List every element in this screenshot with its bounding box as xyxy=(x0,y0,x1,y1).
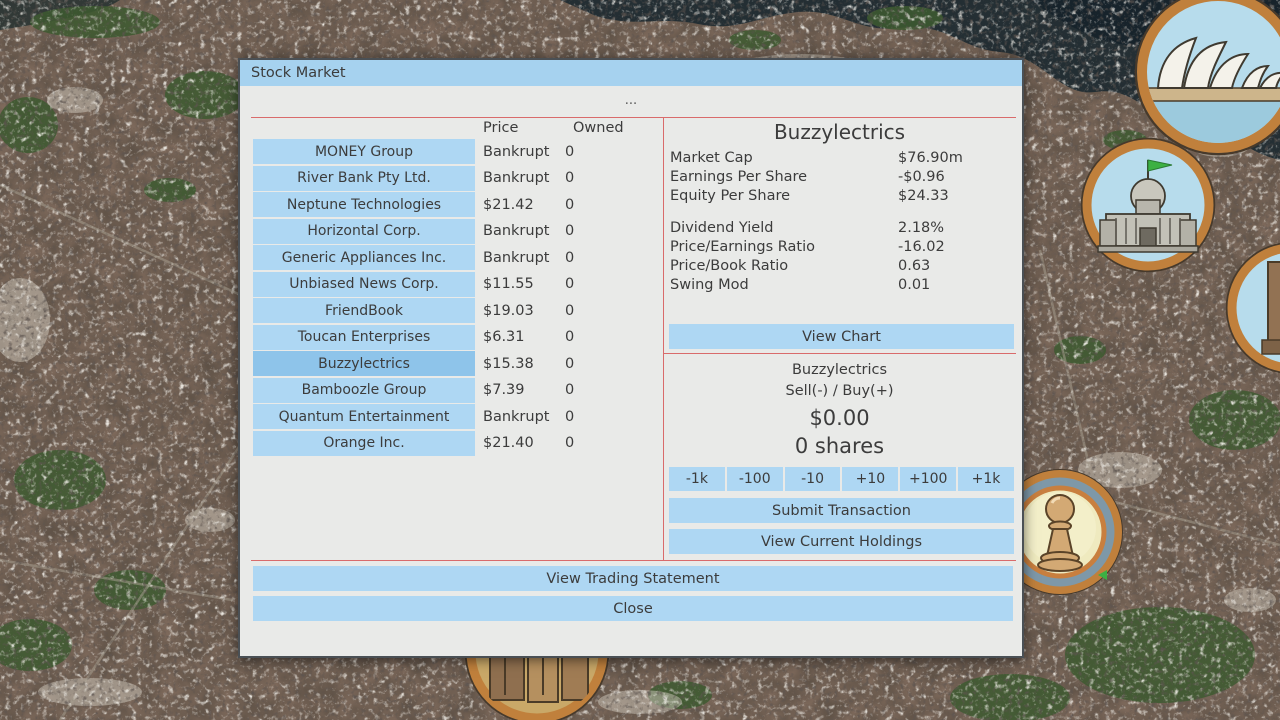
stat-row: Price/Earnings Ratio -16.02 xyxy=(670,239,1014,258)
owned-cell: 0 xyxy=(565,197,574,213)
stat-label: Swing Mod xyxy=(670,277,749,293)
trade-amount: $0.00 xyxy=(663,406,1016,430)
stat-value: $24.33 xyxy=(898,188,949,204)
trade-shares: 0 shares xyxy=(663,434,1016,458)
price-column-header: Price xyxy=(483,120,518,136)
stat-row: Earnings Per Share -$0.96 xyxy=(670,169,1014,188)
company-row: Neptune Technologies$21.420 xyxy=(253,192,653,217)
stepper-button[interactable]: -1k xyxy=(669,467,725,491)
dialog-title: Stock Market xyxy=(251,65,346,81)
company-button[interactable]: Toucan Enterprises xyxy=(253,325,475,350)
stat-value: -16.02 xyxy=(898,239,945,255)
stat-value: $76.90m xyxy=(898,150,963,166)
stat-row: Equity Per Share $24.33 xyxy=(670,188,1014,207)
stat-row: Dividend Yield 2.18% xyxy=(670,220,1014,239)
owned-cell: 0 xyxy=(565,276,574,292)
company-row: Buzzylectrics$15.380 xyxy=(253,351,653,376)
stepper-button[interactable]: -10 xyxy=(785,467,841,491)
owned-cell: 0 xyxy=(565,409,574,425)
company-button[interactable]: Quantum Entertainment xyxy=(253,404,475,429)
game-screen: Stock Market ... Price Owned MONEY Group… xyxy=(0,0,1280,720)
price-cell: $15.38 xyxy=(475,356,565,372)
price-cell: Bankrupt xyxy=(475,409,565,425)
owned-cell: 0 xyxy=(565,435,574,451)
company-button[interactable]: River Bank Pty Ltd. xyxy=(253,166,475,191)
company-row: Orange Inc.$21.400 xyxy=(253,431,653,456)
company-button[interactable]: Orange Inc. xyxy=(253,431,475,456)
owned-cell: 0 xyxy=(565,170,574,186)
stats-group: Market Cap $76.90m Earnings Per Share -$0.9… xyxy=(670,150,1014,207)
stepper-button[interactable]: +100 xyxy=(900,467,956,491)
company-button[interactable]: Bamboozle Group xyxy=(253,378,475,403)
price-cell: Bankrupt xyxy=(475,223,565,239)
trade-company-name: Buzzylectrics xyxy=(663,362,1016,378)
government-building-badge-icon[interactable] xyxy=(1082,139,1214,271)
price-cell: Bankrupt xyxy=(475,144,565,160)
stepper-row: -1k-100-10+10+100+1k xyxy=(669,467,1014,491)
price-cell: $21.42 xyxy=(475,197,565,213)
stat-label: Market Cap xyxy=(670,150,753,166)
view-chart-button[interactable]: View Chart xyxy=(669,324,1014,349)
company-row: Quantum EntertainmentBankrupt0 xyxy=(253,404,653,429)
stepper-button[interactable]: +10 xyxy=(842,467,898,491)
price-cell: $21.40 xyxy=(475,435,565,451)
company-button[interactable]: Neptune Technologies xyxy=(253,192,475,217)
price-cell: $6.31 xyxy=(475,329,565,345)
company-button[interactable]: Generic Appliances Inc. xyxy=(253,245,475,270)
stepper-button[interactable]: -100 xyxy=(727,467,783,491)
company-button[interactable]: Unbiased News Corp. xyxy=(253,272,475,297)
trade-divider xyxy=(663,353,1016,354)
stat-row: Swing Mod 0.01 xyxy=(670,277,1014,296)
stock-market-dialog: Stock Market ... Price Owned MONEY Group… xyxy=(238,58,1024,658)
company-button[interactable]: MONEY Group xyxy=(253,139,475,164)
owned-column-header: Owned xyxy=(573,120,624,136)
company-button[interactable]: Buzzylectrics xyxy=(253,351,475,376)
company-row: Bamboozle Group$7.390 xyxy=(253,378,653,403)
stat-label: Earnings Per Share xyxy=(670,169,807,185)
company-detail-panel: Buzzylectrics Market Cap $76.90m Earnings … xyxy=(663,60,1016,560)
company-row: Horizontal Corp.Bankrupt0 xyxy=(253,219,653,244)
owned-cell: 0 xyxy=(565,329,574,345)
view-trading-statement-button[interactable]: View Trading Statement xyxy=(253,566,1013,591)
company-row: FriendBook$19.030 xyxy=(253,298,653,323)
company-list: MONEY GroupBankrupt0River Bank Pty Ltd.B… xyxy=(253,139,653,457)
stat-value: 2.18% xyxy=(898,220,944,236)
company-row: MONEY GroupBankrupt0 xyxy=(253,139,653,164)
owned-cell: 0 xyxy=(565,356,574,372)
company-row: Unbiased News Corp.$11.550 xyxy=(253,272,653,297)
submit-transaction-button[interactable]: Submit Transaction xyxy=(669,498,1014,523)
owned-cell: 0 xyxy=(565,144,574,160)
view-current-holdings-button[interactable]: View Current Holdings xyxy=(669,529,1014,554)
company-button[interactable]: FriendBook xyxy=(253,298,475,323)
price-cell: $19.03 xyxy=(475,303,565,319)
stepper-button[interactable]: +1k xyxy=(958,467,1014,491)
footer-divider xyxy=(251,560,1016,561)
stat-value: -$0.96 xyxy=(898,169,945,185)
price-cell: $11.55 xyxy=(475,276,565,292)
ratios-group: Dividend Yield 2.18% Price/Earnings Ratio -… xyxy=(670,220,1014,296)
stat-label: Dividend Yield xyxy=(670,220,773,236)
owned-cell: 0 xyxy=(565,223,574,239)
owned-cell: 0 xyxy=(565,303,574,319)
price-cell: Bankrupt xyxy=(475,170,565,186)
price-cell: $7.39 xyxy=(475,382,565,398)
company-row: Generic Appliances Inc.Bankrupt0 xyxy=(253,245,653,270)
stat-label: Equity Per Share xyxy=(670,188,790,204)
company-button[interactable]: Horizontal Corp. xyxy=(253,219,475,244)
stat-label: Price/Book Ratio xyxy=(670,258,788,274)
stat-label: Price/Earnings Ratio xyxy=(670,239,815,255)
owned-cell: 0 xyxy=(565,382,574,398)
detail-company-name: Buzzylectrics xyxy=(663,120,1016,144)
trade-direction-label: Sell(-) / Buy(+) xyxy=(663,383,1016,399)
stat-value: 0.63 xyxy=(898,258,930,274)
stat-row: Price/Book Ratio 0.63 xyxy=(670,258,1014,277)
stat-value: 0.01 xyxy=(898,277,930,293)
price-cell: Bankrupt xyxy=(475,250,565,266)
company-row: Toucan Enterprises$6.310 xyxy=(253,325,653,350)
owned-cell: 0 xyxy=(565,250,574,266)
company-row: River Bank Pty Ltd.Bankrupt0 xyxy=(253,166,653,191)
stat-row: Market Cap $76.90m xyxy=(670,150,1014,169)
close-button[interactable]: Close xyxy=(253,596,1013,621)
